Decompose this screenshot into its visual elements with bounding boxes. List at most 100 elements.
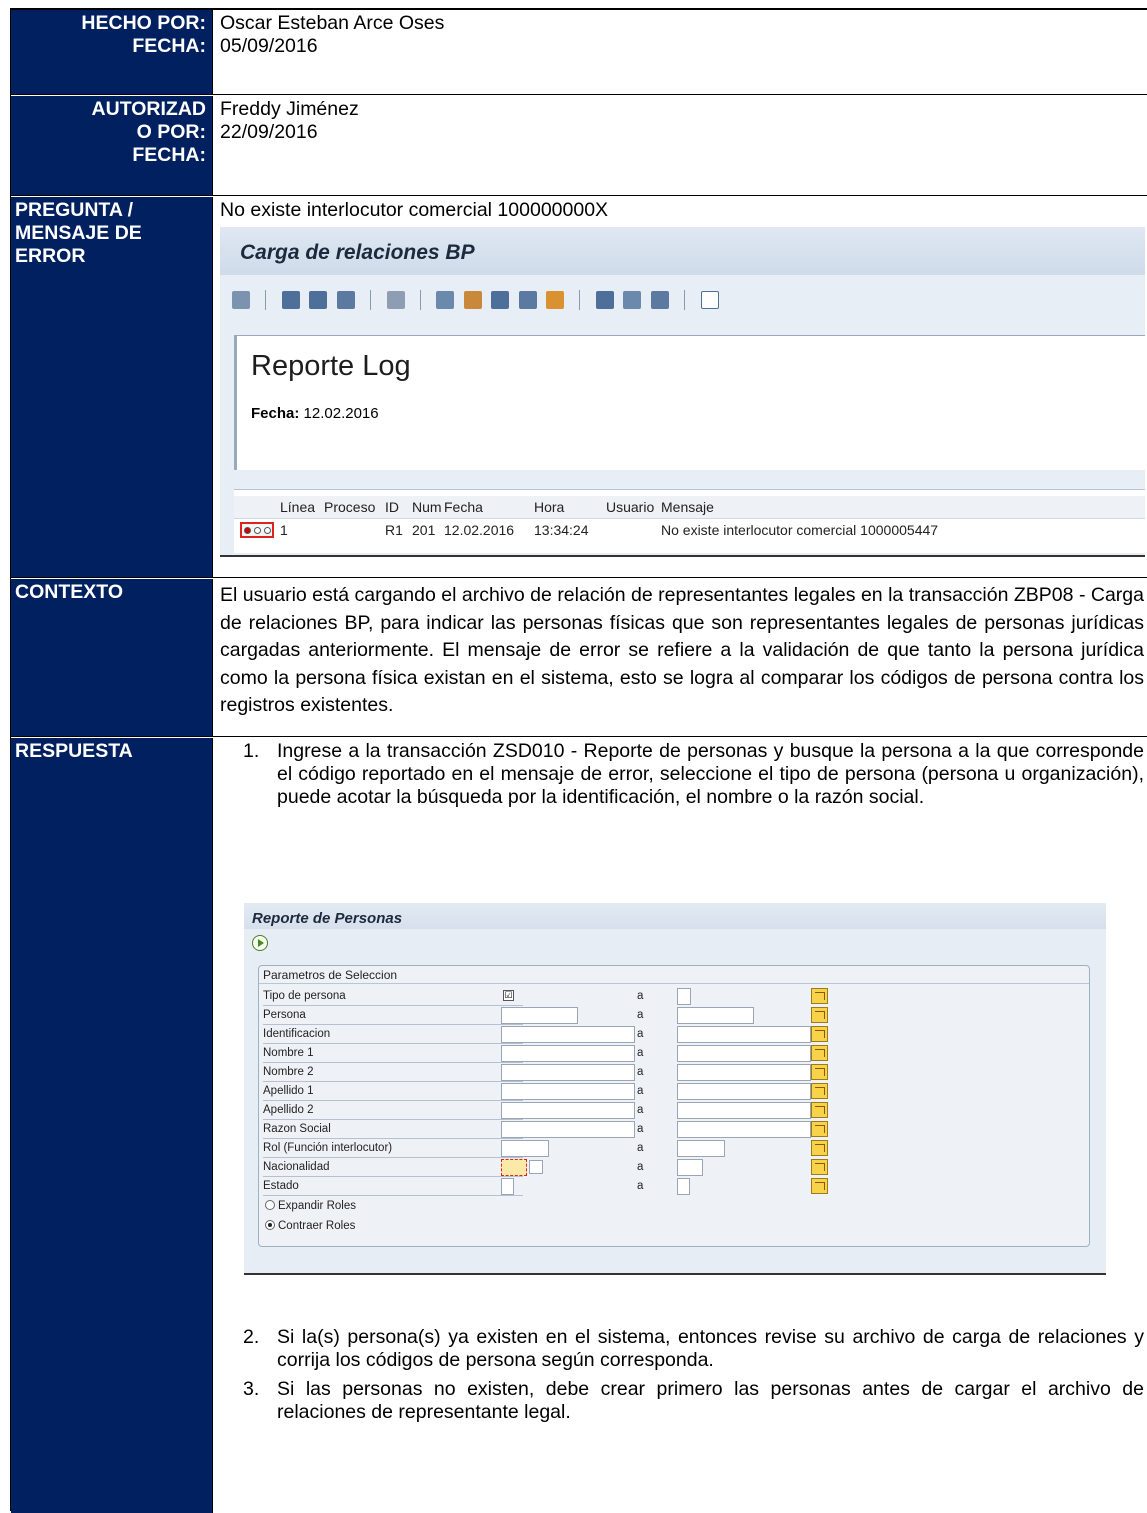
param-label: Apellido 1 (263, 1085, 314, 1097)
apellido1-from-field[interactable] (501, 1083, 635, 1100)
row-pregunta: PREGUNTA / MENSAJE DE ERROR No existe in… (11, 197, 1147, 578)
step-1: 1. Ingrese a la transacción ZSD010 - Repo… (220, 740, 1144, 809)
rol-to-field[interactable] (677, 1140, 725, 1157)
col-linea[interactable]: Línea (280, 496, 315, 518)
nacionalidad-to-field[interactable] (677, 1159, 703, 1176)
content-autorizado: Freddy Jiménez 22/09/2016 (214, 96, 1147, 195)
multiple-selection-icon[interactable] (811, 1159, 828, 1175)
multiple-selection-icon[interactable] (811, 1140, 828, 1156)
col-hora[interactable]: Hora (534, 496, 564, 518)
steps-list-1: 1. Ingrese a la transacción ZSD010 - Repo… (220, 740, 1144, 809)
razon-social-to-field[interactable] (677, 1121, 811, 1138)
tipo-persona-checkbox[interactable]: ☑ (503, 990, 514, 1001)
estado-from-field[interactable] (501, 1178, 514, 1195)
col-usuario[interactable]: Usuario (606, 496, 654, 518)
to-label: a (637, 1123, 644, 1135)
param-label: Tipo de persona (263, 990, 346, 1002)
radio-expandir-roles[interactable]: Expandir Roles (265, 1198, 356, 1215)
report-log-title: Reporte Log (251, 350, 411, 382)
estado-to-field[interactable] (677, 1178, 690, 1195)
radio-contraer-roles[interactable]: Contraer Roles (265, 1218, 355, 1235)
multiple-selection-icon[interactable] (811, 1178, 828, 1194)
param-label: Identificacion (263, 1028, 331, 1040)
persona-to-field[interactable] (677, 1007, 754, 1024)
apellido2-from-field[interactable] (501, 1102, 635, 1119)
row-respuesta: RESPUESTA 1. Ingrese a la transacción ZSD… (11, 738, 1147, 1513)
selection-group-title: Parametros de Seleccion (259, 966, 1089, 984)
change-layout-icon[interactable] (463, 290, 482, 309)
export-icon[interactable] (436, 290, 455, 309)
param-label: Nombre 1 (263, 1047, 314, 1059)
label-contexto: CONTEXTO (11, 579, 213, 736)
multiple-selection-icon[interactable] (811, 1121, 828, 1137)
info-icon[interactable] (700, 290, 719, 309)
multiple-selection-icon[interactable] (811, 1064, 828, 1080)
identificacion-from-field[interactable] (501, 1026, 635, 1043)
col-proceso[interactable]: Proceso (324, 496, 375, 518)
rol-from-field[interactable] (501, 1140, 549, 1157)
nombre1-from-field[interactable] (501, 1045, 635, 1062)
col-id[interactable]: ID (385, 496, 399, 518)
sort-desc-icon[interactable] (309, 290, 328, 309)
multiple-selection-icon[interactable] (811, 1026, 828, 1042)
filter-icon[interactable] (336, 290, 355, 309)
radio-contract-icon (265, 1220, 275, 1230)
persona-from-field[interactable] (501, 1007, 578, 1024)
content-pregunta: No existe interlocutor comercial 1000000… (214, 197, 1147, 577)
nombre1-to-field[interactable] (677, 1045, 811, 1062)
details-icon[interactable] (650, 290, 669, 309)
step-3-text: Si las personas no existen, debe crear p… (277, 1378, 1144, 1423)
report-date: Fecha: 12.02.2016 (251, 402, 1145, 425)
param-label: Razon Social (263, 1123, 331, 1135)
cell-num: 201 (412, 522, 436, 538)
label-respuesta: RESPUESTA (11, 738, 213, 1513)
multiple-selection-icon[interactable] (811, 1083, 828, 1099)
param-label: Persona (263, 1009, 306, 1021)
multiple-selection-icon[interactable] (811, 1007, 828, 1023)
col-fecha[interactable]: Fecha (444, 496, 483, 518)
sort-asc-icon[interactable] (281, 290, 300, 309)
table-row[interactable]: 1 R1 201 12.02.2016 13:34:24 No existe i… (234, 518, 1145, 540)
cell-linea: 1 (280, 522, 288, 538)
find-icon[interactable] (232, 290, 250, 309)
nombre2-from-field[interactable] (501, 1064, 635, 1081)
label-hecho-por: HECHO POR: FECHA: (11, 10, 213, 94)
status-traffic-light-icon (240, 522, 274, 538)
col-num[interactable]: Num (412, 496, 442, 518)
radio-expand-label: Expandir Roles (278, 1200, 356, 1212)
col-mensaje[interactable]: Mensaje (661, 496, 714, 518)
label-autorizado: AUTORIZAD O POR: FECHA: (11, 96, 213, 195)
radio-contract-label: Contraer Roles (278, 1220, 356, 1232)
nombre2-to-field[interactable] (677, 1064, 811, 1081)
save-layout-icon[interactable] (491, 290, 510, 309)
step-1-number: 1. (243, 740, 260, 762)
report-date-label: Fecha: (251, 405, 300, 422)
sum-icon[interactable] (518, 290, 537, 309)
apellido1-to-field[interactable] (677, 1083, 811, 1100)
sap-screenshot-reporte-personas: Reporte de Personas Parametros de Selecc… (244, 903, 1106, 1275)
content-hecho-por: Oscar Esteban Arce Oses 05/09/2016 (214, 10, 1147, 94)
multiple-selection-icon[interactable] (811, 1045, 828, 1061)
report-date-value: 12.02.2016 (303, 405, 379, 422)
execute-icon[interactable] (252, 935, 268, 951)
to-label: a (637, 1085, 644, 1097)
steps-list-2: 2. Si la(s) persona(s) ya existen en el s… (220, 1326, 1144, 1424)
to-label: a (637, 990, 644, 1002)
step-1-text: Ingrese a la transacción ZSD010 - Report… (277, 740, 1144, 808)
apellido2-to-field[interactable] (677, 1102, 811, 1119)
label-pregunta: PREGUNTA / MENSAJE DE ERROR (11, 197, 213, 577)
nacionalidad-from-field[interactable] (501, 1159, 527, 1176)
grid-icon[interactable] (595, 290, 614, 309)
to-label: a (637, 1180, 644, 1192)
multiple-selection-icon[interactable] (811, 1102, 828, 1118)
column-icon[interactable] (623, 290, 642, 309)
log-grid-header: Línea Proceso ID Num Fecha Hora Usuario … (234, 496, 1145, 518)
identificacion-to-field[interactable] (677, 1026, 811, 1043)
graphic-icon[interactable] (546, 290, 565, 309)
razon-social-from-field[interactable] (501, 1121, 635, 1138)
print-preview-icon[interactable] (386, 290, 405, 309)
tipo-persona-to-field[interactable] (677, 988, 691, 1005)
value-help-icon[interactable] (529, 1160, 543, 1174)
multiple-selection-icon[interactable] (811, 988, 828, 1004)
cell-hora: 13:34:24 (534, 522, 589, 538)
